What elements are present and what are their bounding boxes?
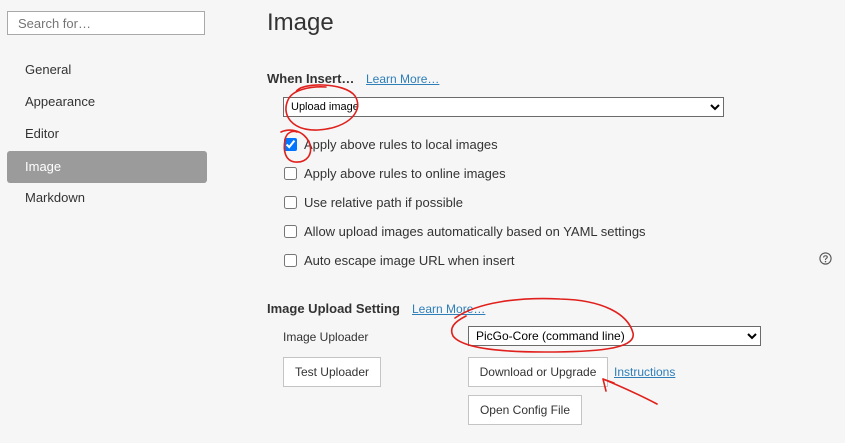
search-input[interactable] — [7, 11, 205, 35]
sidebar-item-markdown[interactable]: Markdown — [7, 182, 207, 214]
sidebar: General Appearance Editor Image Markdown — [0, 0, 215, 443]
arrow-to-download-annotation — [602, 378, 658, 405]
when-insert-learn-more-link[interactable]: Learn More… — [366, 72, 439, 86]
sidebar-item-appearance[interactable]: Appearance — [7, 86, 207, 118]
option-local-images[interactable]: Apply above rules to local images — [283, 135, 498, 153]
image-uploader-select[interactable]: PicGo-Core (command line) — [468, 326, 761, 346]
yaml-upload-label: Allow upload images automatically based … — [304, 223, 646, 239]
sidebar-item-image[interactable]: Image — [7, 151, 207, 183]
option-online-images[interactable]: Apply above rules to online images — [283, 164, 506, 182]
auto-escape-label: Auto escape image URL when insert — [304, 252, 515, 268]
local-images-checkbox[interactable] — [284, 137, 297, 151]
page-title: Image — [267, 9, 334, 36]
online-images-checkbox[interactable] — [284, 166, 297, 180]
download-or-upgrade-button[interactable]: Download or Upgrade — [468, 357, 608, 387]
when-insert-heading: When Insert… — [267, 71, 355, 86]
local-images-label: Apply above rules to local images — [304, 136, 498, 152]
relative-path-label: Use relative path if possible — [304, 194, 463, 210]
insert-action-select[interactable]: Upload image — [283, 97, 724, 117]
yaml-upload-checkbox[interactable] — [284, 224, 297, 238]
option-relative-path[interactable]: Use relative path if possible — [283, 193, 463, 211]
upload-setting-learn-more-link[interactable]: Learn More… — [412, 302, 485, 316]
option-auto-escape[interactable]: Auto escape image URL when insert — [283, 251, 515, 269]
auto-escape-checkbox[interactable] — [284, 253, 297, 267]
sidebar-item-editor[interactable]: Editor — [7, 118, 207, 150]
sidebar-item-general[interactable]: General — [7, 54, 207, 86]
test-uploader-button[interactable]: Test Uploader — [283, 357, 381, 387]
instructions-link[interactable]: Instructions — [614, 365, 675, 379]
image-uploader-label: Image Uploader — [283, 330, 369, 344]
question-circle-icon[interactable] — [819, 252, 832, 265]
open-config-file-button[interactable]: Open Config File — [468, 395, 582, 425]
upload-setting-heading: Image Upload Setting — [267, 301, 400, 316]
online-images-label: Apply above rules to online images — [304, 165, 506, 181]
relative-path-checkbox[interactable] — [284, 195, 297, 209]
option-yaml-upload[interactable]: Allow upload images automatically based … — [283, 222, 646, 240]
